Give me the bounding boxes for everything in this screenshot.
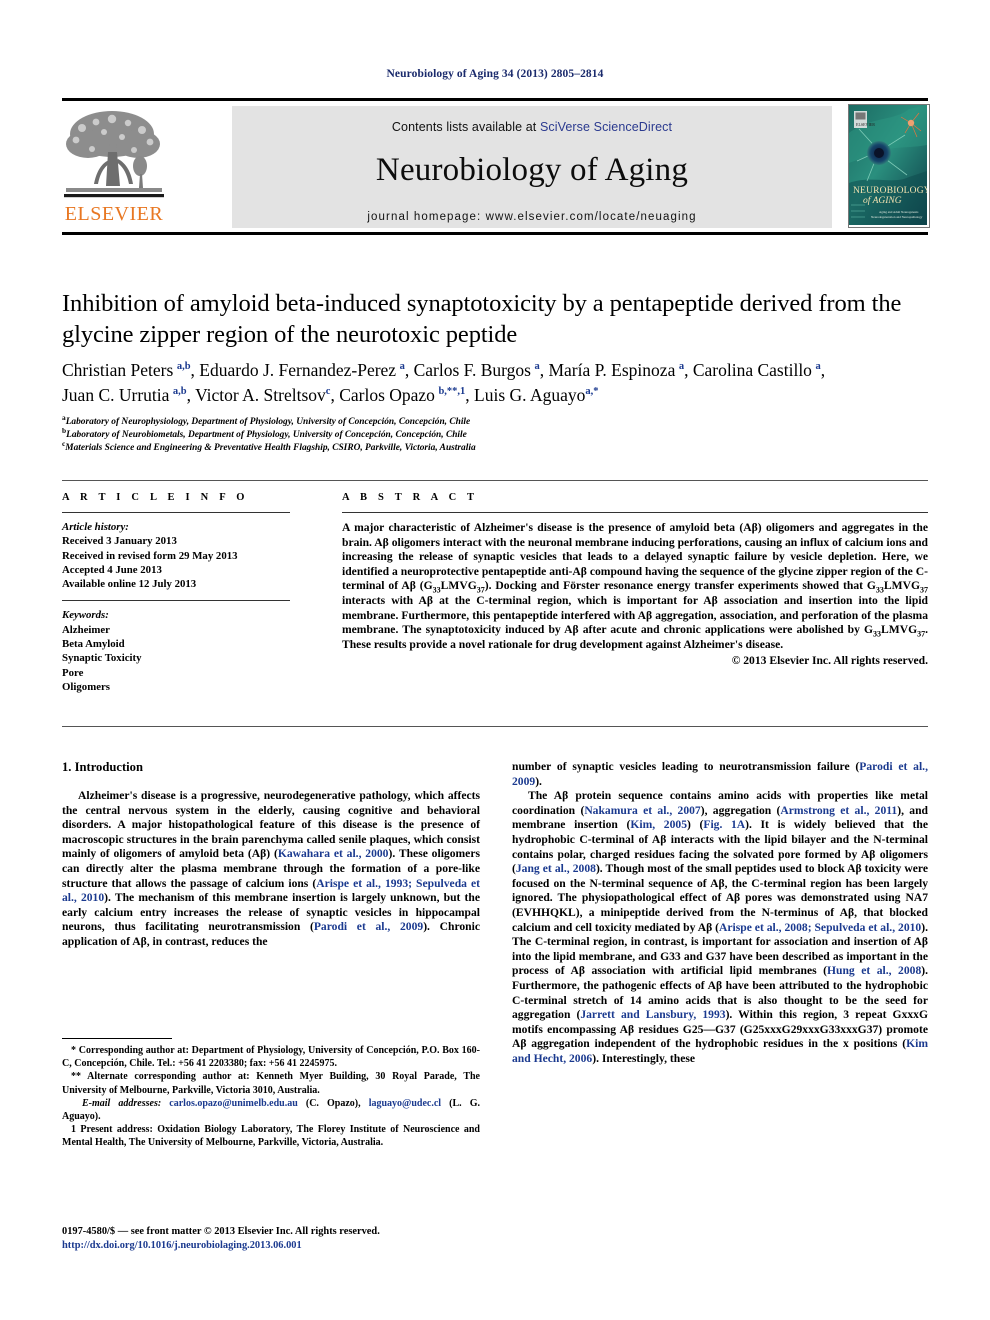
masthead-panel: Contents lists available at SciVerse Sci…	[232, 106, 832, 228]
cover-subtitle-2: Neurodegeneration and Neuropathology	[871, 215, 923, 219]
article-info-block: A R T I C L E I N F O Article history: R…	[62, 492, 290, 694]
citation-link[interactable]: Jang et al., 2008	[516, 862, 596, 875]
journal-homepage-line[interactable]: journal homepage: www.elsevier.com/locat…	[232, 211, 832, 223]
abstract-bottom-rule	[62, 726, 928, 727]
cover-subtitle-1: Aging and Adult Neurogenesis	[879, 210, 919, 214]
author-affil-mark: a,*	[585, 386, 599, 398]
abstract-heading: A B S T R A C T	[342, 492, 479, 503]
footnote-alternate-author: ** Alternate corresponding author at: Ke…	[62, 1071, 480, 1096]
keywords-block: Keywords: Alzheimer Beta Amyloid Synapti…	[62, 608, 290, 694]
cover-title-line1: NEUROBIOLOGY	[853, 186, 927, 196]
affiliation-text: Materials Science and Engineering & Prev…	[65, 443, 476, 454]
history-item: Available online 12 July 2013	[62, 578, 197, 591]
info-top-rule	[62, 480, 928, 481]
citation-link[interactable]: Kim and Hecht, 2006	[512, 1037, 928, 1065]
journal-cover-image: ELSEVIER NEUROBIOLOGY of AGING Aging and…	[849, 105, 929, 225]
author-affil-mark: a	[815, 361, 821, 373]
citation-link[interactable]: Parodi et al., 2009	[314, 920, 423, 933]
running-head: Neurobiology of Aging 34 (2013) 2805–281…	[386, 68, 604, 80]
email-owner-opazo: (C. Opazo),	[305, 1097, 361, 1109]
keyword-item: Pore	[62, 666, 84, 679]
article-info-heading: A R T I C L E I N F O	[62, 492, 249, 503]
imprint-block: 0197-4580/$ — see front matter © 2013 El…	[62, 1225, 480, 1253]
contents-prefix: Contents lists available at	[391, 120, 540, 134]
cover-title-line2: of AGING	[863, 195, 902, 206]
article-history: Article history: Received 3 January 2013…	[62, 520, 290, 591]
author-list: Christian Peters a,b, Eduardo J. Fernand…	[62, 358, 942, 408]
contents-lists-line: Contents lists available at SciVerse Sci…	[232, 106, 832, 134]
body-column-left: 1. Introduction Alzheimer's disease is a…	[62, 760, 480, 950]
svg-text:ELSEVIER: ELSEVIER	[856, 122, 875, 127]
author-affil-mark: a,b	[176, 361, 191, 373]
journal-article-page: Neurobiology of Aging 34 (2013) 2805–281…	[0, 0, 990, 1320]
citation-link[interactable]: Kawahara et al., 2000	[278, 847, 389, 860]
author-affil-mark: a	[678, 361, 685, 373]
abstract-block: A B S T R A C T A major characteristic o…	[342, 492, 928, 667]
citation-link[interactable]: Hung et al., 2008	[827, 964, 921, 977]
footnote-present-address: 1 Present address: Oxidation Biology Lab…	[62, 1124, 480, 1149]
section-title-introduction: 1. Introduction	[62, 760, 143, 774]
citation-link[interactable]: Jarrett and Lansbury, 1993	[580, 1008, 725, 1021]
masthead-top-rule	[62, 98, 928, 101]
email-link-aguayo[interactable]: laguayo@udec.cl	[369, 1098, 441, 1109]
footnote-emails: E-mail addresses: carlos.opazo@unimelb.e…	[62, 1097, 480, 1123]
affiliation-item: bLaboratory of Neurobiometals, Departmen…	[62, 427, 942, 442]
elsevier-tree-icon	[62, 104, 166, 202]
page-title: Inhibition of amyloid beta-induced synap…	[62, 290, 902, 348]
keyword-item: Alzheimer	[62, 623, 110, 636]
author-affil-mark: c	[325, 386, 331, 398]
author-line-1: Christian Peters a,b, Eduardo J. Fernand…	[62, 360, 826, 380]
article-info-divider	[62, 512, 290, 513]
paragraph-right-2: The Aβ protein sequence contains amino a…	[512, 789, 929, 1065]
history-item: Accepted 4 June 2013	[62, 563, 162, 576]
footnotes-block: * Corresponding author at: Department of…	[62, 1038, 480, 1150]
citation-link[interactable]: Arispe et al., 2008; Sepulveda et al., 2…	[719, 921, 921, 934]
citation-link[interactable]: Armstrong et al., 2011	[780, 804, 897, 817]
footnote-corresponding-author: * Corresponding author at: Department of…	[62, 1045, 480, 1070]
abstract-copyright: © 2013 Elsevier Inc. All rights reserved…	[731, 654, 928, 668]
affiliation-text: Laboratory of Neurobiometals, Department…	[66, 430, 467, 441]
affiliation-item: aLaboratory of Neurophysiology, Departme…	[62, 414, 942, 429]
citation-link[interactable]: Kim, 2005	[630, 818, 687, 831]
affiliation-item: cMaterials Science and Engineering & Pre…	[62, 440, 942, 455]
affiliation-text: Laboratory of Neurophysiology, Departmen…	[65, 417, 471, 427]
abstract-text: A major characteristic of Alzheimer's di…	[342, 521, 928, 651]
author-affil-mark: b,**,1	[438, 386, 466, 398]
elsevier-logo: ELSEVIER	[62, 104, 166, 228]
author-affil-mark: a	[399, 361, 405, 373]
paragraph-left-1: Alzheimer's disease is a progressive, ne…	[62, 789, 480, 948]
elsevier-wordmark: ELSEVIER	[64, 203, 164, 225]
keyword-item: Oligomers	[62, 680, 110, 693]
keywords-divider	[62, 600, 290, 602]
author-affil-mark: a	[534, 361, 540, 373]
email-link-opazo[interactable]: carlos.opazo@unimelb.edu.au	[169, 1098, 297, 1109]
citation-link[interactable]: Nakamura et al., 2007	[584, 804, 700, 817]
keywords-label: Keywords:	[62, 609, 109, 622]
abstract-divider	[342, 512, 928, 513]
keyword-item: Beta Amyloid	[62, 638, 125, 651]
paragraph-right-1: number of synaptic vesicles leading to n…	[512, 760, 928, 788]
doi-link[interactable]: http://dx.doi.org/10.1016/j.neurobiolagi…	[62, 1239, 480, 1253]
author-line-2: Juan C. Urrutia a,b, Victor A. Streltsov…	[62, 385, 599, 405]
journal-title: Neurobiology of Aging	[375, 152, 689, 188]
keyword-item: Synaptic Toxicity	[62, 652, 142, 665]
article-history-label: Article history:	[62, 521, 129, 533]
masthead-bottom-rule	[62, 232, 928, 235]
sciencedirect-link[interactable]: SciVerse ScienceDirect	[540, 120, 672, 134]
footnote-rule	[62, 1038, 172, 1039]
body-column-right: number of synaptic vesicles leading to n…	[512, 760, 928, 1066]
issn-copyright-line: 0197-4580/$ — see front matter © 2013 El…	[62, 1226, 380, 1237]
history-item: Received in revised form 29 May 2013	[62, 549, 238, 562]
citation-link[interactable]: Arispe et al., 1993; Sepulveda et al., 2…	[62, 877, 480, 905]
author-affil-mark: a,b	[172, 386, 187, 398]
citation-link[interactable]: Parodi et al., 2009	[512, 760, 928, 788]
affiliations: aLaboratory of Neurophysiology, Departme…	[62, 414, 942, 456]
history-item: Received 3 January 2013	[62, 535, 177, 548]
figure-link[interactable]: Fig. 1A	[703, 818, 745, 831]
email-addresses-label: E-mail addresses:	[82, 1097, 162, 1109]
journal-cover-thumbnail: ELSEVIER NEUROBIOLOGY of AGING Aging and…	[848, 104, 930, 228]
